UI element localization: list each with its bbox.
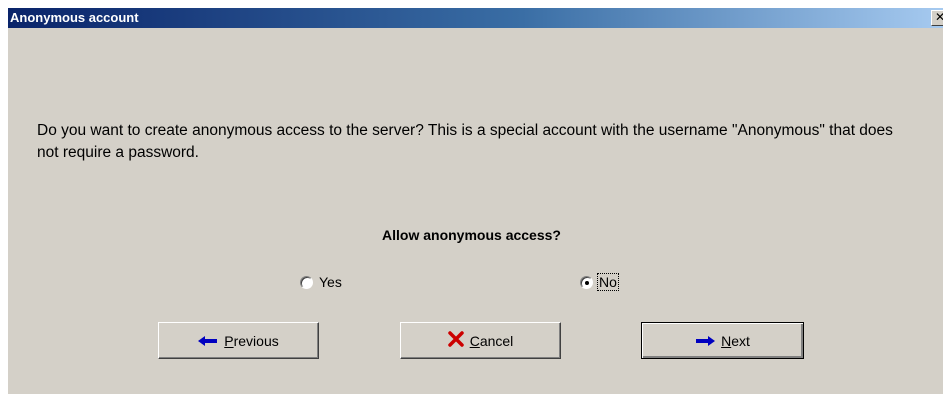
previous-button[interactable]: Previous [158,322,319,359]
question-label: Allow anonymous access? [382,227,561,243]
cancel-button[interactable]: Cancel [400,322,561,359]
anonymous-account-dialog: Anonymous account ✕ Do you want to creat… [0,0,943,394]
dialog-message: Do you want to create anonymous access t… [37,122,893,161]
next-label: Next [721,332,750,349]
radio-yes[interactable]: Yes [300,272,343,292]
top-border [0,0,943,8]
left-border [0,0,8,394]
window-title: Anonymous account [10,10,139,25]
previous-label: Previous [224,332,279,349]
close-button[interactable]: ✕ [931,10,943,26]
radio-yes-label[interactable]: Yes [318,274,343,290]
radio-selected-dot [585,280,589,285]
arrow-left-icon [198,333,218,349]
arrow-right-icon [695,333,716,349]
red-x-icon [447,331,464,350]
next-button[interactable]: Next [641,322,804,359]
title-bar[interactable]: Anonymous account ✕ [8,8,943,28]
radio-no-label[interactable]: No [597,273,619,291]
close-icon: ✕ [934,10,943,24]
radio-no[interactable]: No [580,272,619,292]
radio-yes-circle[interactable] [300,275,313,289]
radio-no-circle[interactable] [580,275,593,289]
cancel-label: Cancel [469,332,514,349]
